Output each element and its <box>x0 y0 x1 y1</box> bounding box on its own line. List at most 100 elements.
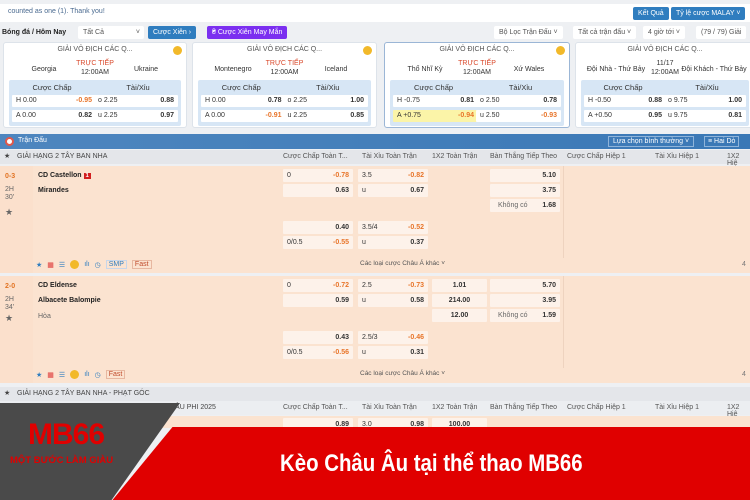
odds-home[interactable]: H 0.00 0.78 <box>201 95 286 107</box>
list-icon[interactable]: ☰ <box>59 261 65 269</box>
line: o 2.25 <box>287 97 307 104</box>
line: u 2.50 <box>480 112 500 119</box>
odds-cell[interactable]: 2.5 -0.73 <box>358 279 428 292</box>
stats-icon[interactable]: ▦ <box>47 371 54 379</box>
more-count[interactable]: 4 <box>742 371 746 378</box>
no-goal-cell[interactable]: Không có 1.68 <box>490 199 560 212</box>
sport-select[interactable]: Tất Cả ˅ <box>78 26 144 39</box>
next-goal-cell[interactable]: 3.95 <box>490 294 560 307</box>
odds-over[interactable]: o 2.25 0.88 <box>94 95 178 107</box>
odds-cell[interactable]: 0.63 <box>283 184 353 197</box>
odds-under[interactable]: u 2.50 -0.93 <box>476 110 561 122</box>
all-matches-dropdown[interactable]: Tất cả trận đấu ˅ <box>573 26 637 39</box>
star-icon[interactable]: ★ <box>36 371 42 379</box>
red-card-badge: 1 <box>83 173 91 179</box>
line: u <box>362 239 366 246</box>
odds-cell[interactable]: 0.43 <box>283 331 353 344</box>
odds-cell[interactable]: u 0.58 <box>358 294 428 307</box>
more-count[interactable]: 4 <box>742 261 746 268</box>
odds-cell[interactable]: 0 -0.72 <box>283 279 353 292</box>
odds-home[interactable]: H -0.75 0.81 <box>393 95 478 107</box>
clock-icon[interactable]: ◷ <box>95 261 101 269</box>
line: 3.0 <box>362 421 372 428</box>
odds-over[interactable]: o 2.50 0.78 <box>476 95 561 107</box>
more-asian-bets-toggle[interactable]: Các loại cược Châu Á khác ˅ <box>360 370 445 377</box>
odds-away[interactable]: A +0.50 0.95 <box>584 110 666 122</box>
time-dropdown[interactable]: 4 giờ tới ˅ <box>643 26 685 39</box>
next-goal-cell[interactable]: 5.70 <box>490 279 560 292</box>
odds-over[interactable]: o 9.75 1.00 <box>664 95 746 107</box>
odds-under[interactable]: u 2.25 0.97 <box>94 110 178 122</box>
price: 0.97 <box>160 112 174 119</box>
results-button[interactable]: Kết Quả <box>633 7 669 20</box>
league-count-button[interactable]: (79 / 79) Giải <box>696 26 747 39</box>
odds-cell[interactable]: 0.40 <box>283 221 353 234</box>
coin-icon[interactable] <box>70 370 80 379</box>
odds-cell[interactable]: 2.5/3 -0.46 <box>358 331 428 344</box>
star-icon[interactable]: ★ <box>36 261 42 269</box>
featured-match-card[interactable]: GIẢI VÔ ĐỊCH CÁC Q... Georgia TRỰC TIẾP 1… <box>3 42 187 128</box>
odds-under[interactable]: u 9.75 0.81 <box>664 110 746 122</box>
no-goal-cell[interactable]: Không có 1.59 <box>490 309 560 322</box>
chart-icon[interactable]: ılı <box>84 371 89 378</box>
list-icon[interactable]: ☰ <box>59 371 65 379</box>
handicap-label: Cược Chấp <box>413 83 454 92</box>
coin-icon[interactable] <box>70 260 80 269</box>
next-goal-cell[interactable]: 3.75 <box>490 184 560 197</box>
match-period: 2H <box>5 186 14 193</box>
odds-cell[interactable]: 0/0.5 -0.55 <box>283 236 353 249</box>
odds-home[interactable]: H -0.50 0.88 <box>584 95 666 107</box>
next-goal-cell[interactable]: 5.10 <box>490 169 560 182</box>
fast-button[interactable]: Fast <box>105 370 126 379</box>
price: 5.10 <box>542 172 556 179</box>
handicap-label: Cược Chấp <box>603 83 643 92</box>
price: -0.56 <box>333 349 349 356</box>
column-header: 1X2 Toàn Trận <box>432 404 478 411</box>
1x2-odds-cell[interactable]: 12.00 <box>432 309 487 322</box>
match-filter-dropdown[interactable]: Bộ Lọc Trận Đấu ˅ <box>494 26 563 39</box>
price: -0.93 <box>541 112 557 119</box>
chevron-down-icon: ˅ <box>135 29 140 36</box>
smp-button[interactable]: SMP <box>105 260 127 269</box>
more-asian-bets-toggle[interactable]: Các loại cược Châu Á khác ˅ <box>360 260 445 267</box>
featured-match-card[interactable]: GIẢI VÔ ĐỊCH CÁC Q... Montenegro TRỰC TI… <box>192 42 377 128</box>
featured-match-card[interactable]: GIẢI VÔ ĐỊCH CÁC Q... Thổ Nhĩ Kỳ TRỰC TI… <box>384 42 570 128</box>
odds-cell[interactable]: u 0.31 <box>358 346 428 359</box>
price: 0.82 <box>78 112 92 119</box>
odds-cell[interactable]: 0 -0.78 <box>283 169 353 182</box>
odds-cell[interactable]: 3.5/4 -0.52 <box>358 221 428 234</box>
parlay-button[interactable]: Cược Xiên › <box>148 26 197 39</box>
1x2-odds-cell[interactable]: 214.00 <box>432 294 487 307</box>
price: 0.31 <box>410 349 424 356</box>
fast-button[interactable]: Fast <box>131 260 152 269</box>
odds-away[interactable]: A +0.75 -0.94 <box>393 110 478 122</box>
odds-cell[interactable]: 3.5 -0.82 <box>358 169 428 182</box>
chart-icon[interactable]: ılı <box>84 261 89 268</box>
star-icon[interactable]: ★ <box>4 389 10 397</box>
odds-over[interactable]: o 2.25 1.00 <box>283 95 368 107</box>
odds-type-dropdown[interactable]: Tỷ lệ cược MALAY ˅ <box>671 7 746 20</box>
odds-home[interactable]: H 0.00 -0.95 <box>12 95 96 107</box>
1x2-odds-cell[interactable]: 1.01 <box>432 279 487 292</box>
stats-icon[interactable]: ▦ <box>47 261 54 269</box>
odds-away[interactable]: A 0.00 0.82 <box>12 110 96 122</box>
favorite-star-icon[interactable]: ★ <box>5 313 13 324</box>
price: -0.73 <box>408 282 424 289</box>
odds-cell[interactable]: 0/0.5 -0.56 <box>283 346 353 359</box>
price: 0.78 <box>267 97 282 104</box>
over-under-label: Tài/Xỉu <box>695 83 719 92</box>
clock-icon[interactable]: ◷ <box>95 371 101 379</box>
view-select[interactable]: Lựa chọn bình thường ˅ <box>608 136 695 147</box>
star-icon[interactable]: ★ <box>4 152 10 160</box>
two-rows-button[interactable]: ≡ Hai Dò <box>704 136 740 147</box>
favorite-star-icon[interactable]: ★ <box>5 207 13 218</box>
league-header: ★ GIẢI HẠNG 2 TÂY BAN NHA - PHẠT GÓC <box>0 387 750 401</box>
featured-match-card[interactable]: GIẢI VÔ ĐỊCH CÁC Q... Đội Nhà - Thứ Bảy … <box>575 42 750 128</box>
odds-cell[interactable]: u 0.67 <box>358 184 428 197</box>
league-name: GIẢI HẠNG 2 TÂY BAN NHA - PHẠT GÓC <box>17 390 150 397</box>
odds-under[interactable]: u 2.25 0.85 <box>283 110 368 122</box>
odds-away[interactable]: A 0.00 -0.91 <box>201 110 286 122</box>
odds-cell[interactable]: 0.59 <box>283 294 353 307</box>
odds-cell[interactable]: u 0.37 <box>358 236 428 249</box>
lucky-parlay-button[interactable]: ₴ Cược Xiên May Mắn <box>207 26 288 39</box>
